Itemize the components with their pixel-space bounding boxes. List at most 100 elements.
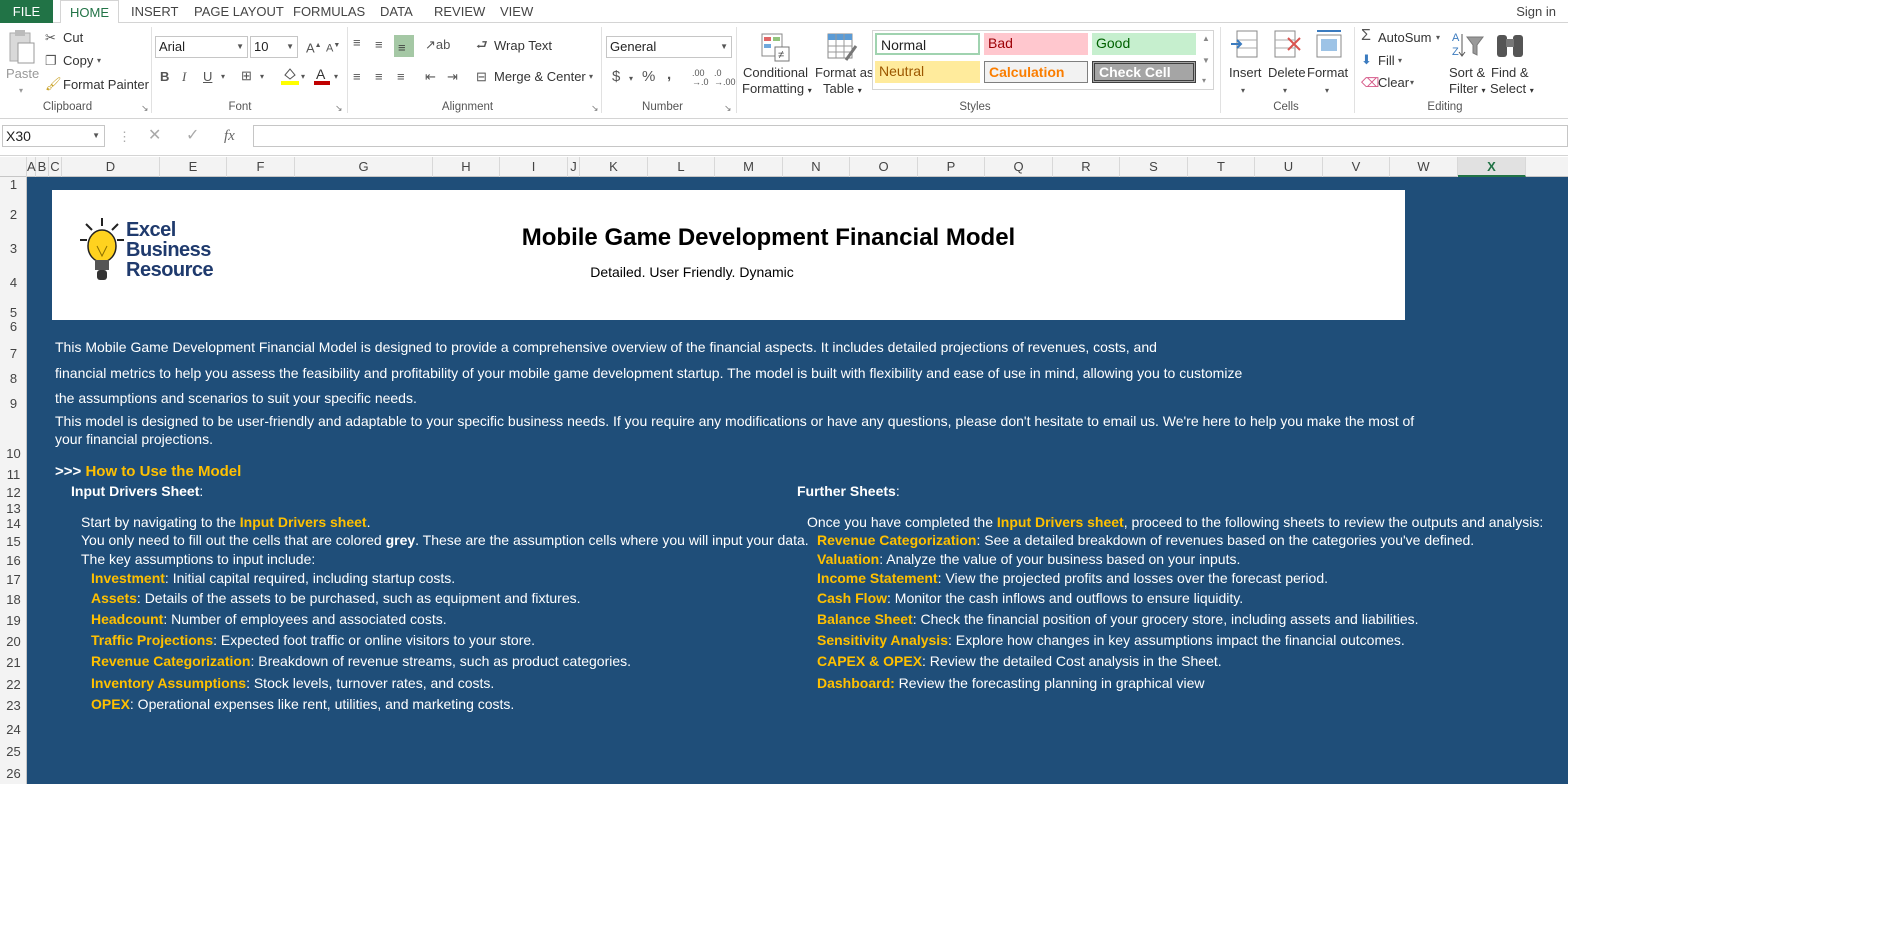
paintbrush-icon[interactable]: 🖌	[45, 76, 62, 92]
format-painter-button[interactable]: Format Painter	[63, 77, 149, 92]
row-header-6[interactable]: 6	[0, 319, 27, 334]
column-header-c[interactable]: C	[49, 157, 62, 177]
row-header-8[interactable]: 8	[0, 371, 27, 386]
cut-button[interactable]: Cut	[63, 30, 83, 45]
copy-icon[interactable]: ❐	[45, 53, 57, 69]
fill-color-icon[interactable]	[280, 66, 300, 86]
column-header-q[interactable]: Q	[985, 157, 1053, 177]
sort-filter-button[interactable]: Sort &	[1449, 65, 1485, 80]
underline-icon[interactable]: U	[203, 69, 212, 85]
decrease-decimal-icon[interactable]: .0 →.00	[714, 69, 736, 87]
cancel-icon[interactable]: ✕	[148, 128, 161, 144]
row-header-13[interactable]: 13	[0, 501, 27, 516]
row-header-12[interactable]: 12	[0, 485, 27, 500]
row-header-11[interactable]: 11	[0, 467, 27, 482]
autosum-icon[interactable]: Σ	[1361, 28, 1371, 44]
column-header-g[interactable]: G	[295, 157, 433, 177]
align-top-icon[interactable]: ≡	[353, 35, 361, 51]
align-right-icon[interactable]: ≡	[397, 69, 405, 85]
decrease-font-icon[interactable]: A▼	[326, 38, 340, 57]
comma-style-icon[interactable]: ,	[667, 67, 671, 83]
column-header-h[interactable]: H	[433, 157, 500, 177]
row-header-24[interactable]: 24	[0, 722, 27, 737]
column-header-d[interactable]: D	[62, 157, 160, 177]
row-header-9[interactable]: 9	[0, 396, 27, 411]
eraser-icon[interactable]: ⌫	[1361, 75, 1379, 91]
wrap-text-icon[interactable]: ⮐	[476, 37, 488, 53]
font-size-select[interactable]: 10 ▼	[250, 36, 298, 58]
row-header-2[interactable]: 2	[0, 207, 27, 222]
column-header-x[interactable]: X	[1458, 157, 1526, 177]
column-header-e[interactable]: E	[160, 157, 227, 177]
column-header-l[interactable]: L	[648, 157, 715, 177]
fill-down-icon[interactable]: ⬇	[1361, 52, 1372, 68]
row-header-26[interactable]: 26	[0, 766, 27, 781]
row-header-1[interactable]: 1	[0, 177, 27, 192]
align-bottom-icon[interactable]: ≡	[394, 35, 414, 57]
column-header-r[interactable]: R	[1053, 157, 1120, 177]
worksheet-grid[interactable]: Excel Business Resource Mobile Game Deve…	[27, 177, 1568, 784]
column-header-o[interactable]: O	[850, 157, 918, 177]
gallery-up-icon[interactable]: ▲	[1202, 31, 1210, 47]
column-header-u[interactable]: U	[1255, 157, 1323, 177]
font-color-icon[interactable]: A	[313, 66, 331, 86]
font-color-dropdown-icon[interactable]: ▾	[334, 69, 338, 85]
dialog-launcher-icon[interactable]: ↘	[724, 103, 732, 114]
column-header-w[interactable]: W	[1390, 157, 1458, 177]
gallery-down-icon[interactable]: ▼	[1202, 53, 1210, 69]
tab-formulas[interactable]: FORMULAS	[293, 0, 365, 23]
row-header-18[interactable]: 18	[0, 592, 27, 607]
row-header-23[interactable]: 23	[0, 698, 27, 713]
row-header-20[interactable]: 20	[0, 634, 27, 649]
tab-home[interactable]: HOME	[60, 0, 119, 24]
fill-dropdown-icon[interactable]: ▾	[1398, 53, 1402, 69]
name-box[interactable]: X30 ▼	[2, 125, 105, 147]
row-header-3[interactable]: 3	[0, 241, 27, 256]
row-header-5[interactable]: 5	[0, 305, 27, 320]
insert-button[interactable]: Insert	[1229, 65, 1262, 80]
wrap-text-button[interactable]: Wrap Text	[494, 38, 552, 53]
borders-dropdown-icon[interactable]: ▾	[260, 69, 264, 85]
column-header-v[interactable]: V	[1323, 157, 1390, 177]
column-header-k[interactable]: K	[580, 157, 648, 177]
column-header-m[interactable]: M	[715, 157, 783, 177]
column-header-n[interactable]: N	[783, 157, 850, 177]
tab-data[interactable]: DATA	[380, 0, 413, 23]
row-header-14[interactable]: 14	[0, 516, 27, 531]
delete-cells-icon[interactable]	[1271, 29, 1303, 61]
gallery-more-icon[interactable]: ▾	[1202, 73, 1206, 89]
font-name-select[interactable]: Arial ▼	[155, 36, 248, 58]
increase-font-icon[interactable]: A▲	[306, 38, 322, 56]
italic-icon[interactable]: I	[182, 69, 186, 85]
underline-dropdown-icon[interactable]: ▾	[221, 69, 225, 85]
format-as-table-icon[interactable]	[826, 31, 858, 63]
delete-dropdown-icon[interactable]: ▾	[1283, 83, 1287, 99]
tab-review[interactable]: REVIEW	[434, 0, 485, 23]
merge-center-icon[interactable]: ⊟	[476, 69, 487, 85]
copy-dropdown-icon[interactable]: ▾	[97, 53, 101, 69]
row-header-22[interactable]: 22	[0, 677, 27, 692]
row-header-19[interactable]: 19	[0, 613, 27, 628]
row-header-4[interactable]: 4	[0, 275, 27, 290]
fill-color-dropdown-icon[interactable]: ▾	[301, 69, 305, 85]
column-header-a[interactable]: A	[27, 157, 36, 177]
paste-button[interactable]: Paste	[6, 66, 39, 81]
enter-icon[interactable]: ✓	[186, 128, 199, 144]
binoculars-icon[interactable]	[1494, 29, 1528, 61]
currency-icon[interactable]: $	[612, 69, 620, 85]
row-header-7[interactable]: 7	[0, 346, 27, 361]
format-cells-icon[interactable]	[1313, 29, 1345, 61]
row-header-17[interactable]: 17	[0, 572, 27, 587]
row-header-15[interactable]: 15	[0, 534, 27, 549]
row-header-16[interactable]: 16	[0, 553, 27, 568]
style-neutral[interactable]: Neutral	[875, 61, 980, 83]
scissors-icon[interactable]: ✂	[45, 30, 56, 46]
merge-dropdown-icon[interactable]: ▾	[589, 69, 593, 85]
dialog-launcher-icon[interactable]: ↘	[591, 103, 599, 114]
clear-button[interactable]: Clear	[1378, 75, 1409, 90]
tab-insert[interactable]: INSERT	[131, 0, 178, 23]
orientation-icon[interactable]: ↗ab	[425, 37, 450, 53]
style-bad[interactable]: Bad	[984, 33, 1088, 55]
style-check-cell[interactable]: Check Cell	[1092, 61, 1196, 83]
align-left-icon[interactable]: ≡	[353, 69, 361, 85]
